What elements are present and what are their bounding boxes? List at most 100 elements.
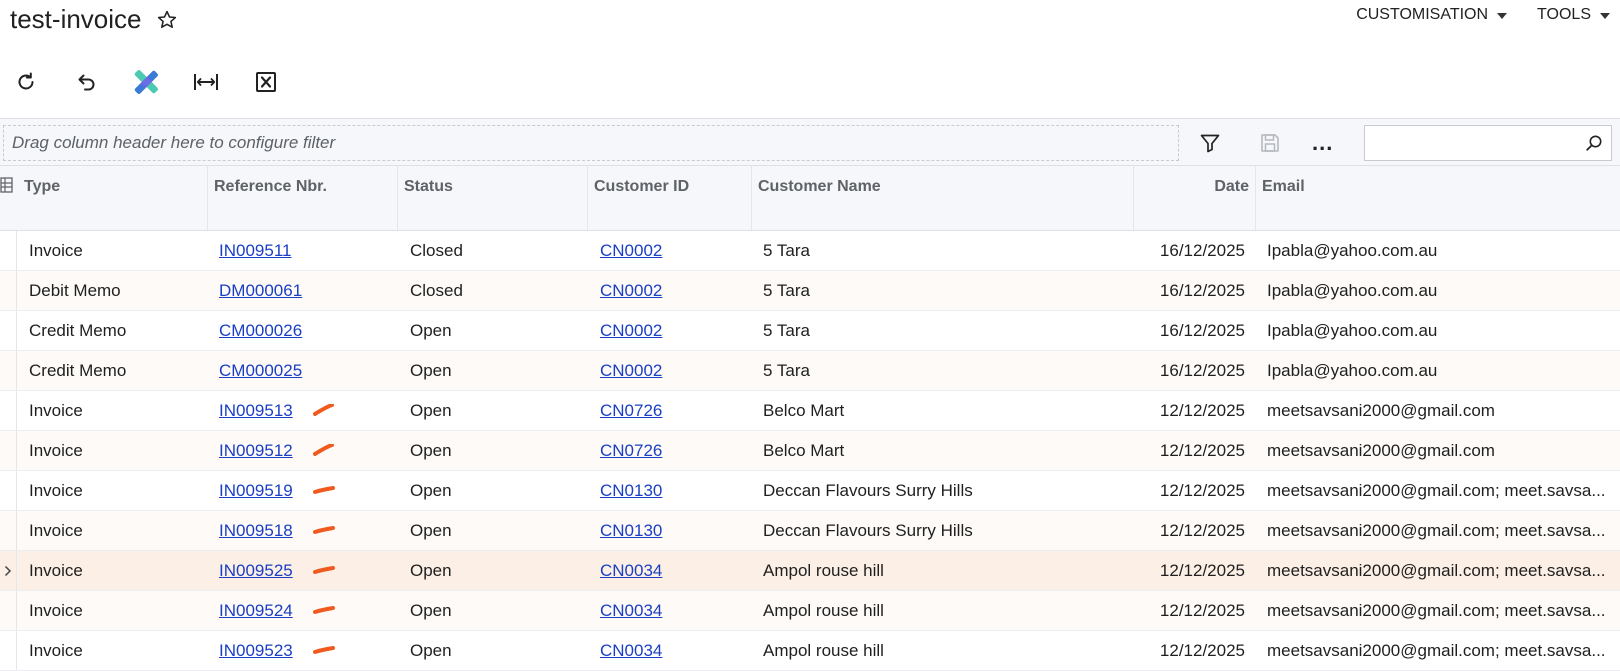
column-header-customer-name[interactable]: Customer Name (751, 166, 1133, 230)
tools-menu[interactable]: TOOLS (1537, 6, 1610, 24)
date-cell: 12/12/2025 (1159, 481, 1245, 500)
email-cell: meetsavsani2000@gmail.com (1267, 401, 1495, 420)
reference-nbr-link[interactable]: DM000061 (219, 271, 329, 310)
undo-icon (78, 74, 95, 91)
column-header-reference-nbr[interactable]: Reference Nbr. (207, 166, 397, 230)
export-excel-button[interactable] (252, 68, 280, 96)
save-icon (1261, 134, 1279, 152)
row-selector[interactable] (0, 631, 17, 670)
table-row[interactable]: Credit Memo CM000025 Open CN0002 5 Tara 16/12… (0, 351, 1620, 391)
refresh-icon (18, 72, 34, 90)
status-cell: Open (410, 361, 452, 380)
customer-name-cell: Deccan Flavours Surry Hills (763, 521, 973, 540)
table-row[interactable]: Credit Memo CM000026 Open CN0002 5 Tara 16/12… (0, 311, 1620, 351)
orange-annotation-mark (313, 606, 335, 614)
title-area: test-invoice (10, 4, 178, 35)
date-cell: 12/12/2025 (1159, 641, 1245, 660)
status-cell: Closed (410, 241, 463, 260)
row-selector[interactable] (0, 551, 17, 590)
filter-bar: Drag column header here to configure fil… (0, 118, 1620, 166)
customise-button[interactable] (132, 68, 160, 96)
date-cell: 16/12/2025 (1159, 361, 1245, 380)
customer-id-link[interactable]: CN0002 (600, 351, 740, 390)
chevron-down-icon (1497, 13, 1508, 19)
row-selector[interactable] (0, 591, 17, 630)
table-row[interactable]: Invoice IN009525 Open CN0034 Ampol rouse hil… (0, 551, 1620, 591)
save-filter-button[interactable] (1256, 129, 1284, 157)
row-selector[interactable] (0, 311, 17, 350)
type-cell: Invoice (29, 441, 83, 460)
orange-annotation-mark (313, 444, 334, 456)
column-header-type[interactable]: Type (18, 166, 207, 230)
customer-id-link[interactable]: CN0034 (600, 631, 740, 670)
search-input[interactable] (1365, 126, 1575, 160)
row-selector[interactable] (0, 271, 17, 310)
column-chooser-icon[interactable] (0, 176, 16, 196)
customer-id-link[interactable]: CN0002 (600, 231, 740, 270)
email-cell: meetsavsani2000@gmail.com; meet.savsa... (1267, 641, 1606, 660)
customer-name-cell: 5 Tara (763, 281, 810, 300)
table-row[interactable]: Invoice IN009512 Open CN0726 Belco Mart 12/12… (0, 431, 1620, 471)
excel-export-icon (256, 72, 276, 92)
customer-name-cell: Deccan Flavours Surry Hills (763, 481, 973, 500)
table-row[interactable]: Debit Memo DM000061 Closed CN0002 5 Tara 16/1… (0, 271, 1620, 311)
customer-id-link[interactable]: CN0002 (600, 271, 740, 310)
table-row[interactable]: Invoice IN009518 Open CN0130 Deccan Flavours… (0, 511, 1620, 551)
type-cell: Invoice (29, 241, 83, 260)
row-selector[interactable] (0, 391, 17, 430)
search-icon[interactable] (1585, 134, 1603, 152)
reference-nbr-link[interactable]: CM000025 (219, 351, 329, 390)
refresh-button[interactable] (12, 68, 40, 96)
customer-name-cell: Ampol rouse hill (763, 561, 884, 580)
customer-name-cell: Belco Mart (763, 401, 845, 420)
customer-name-cell: Belco Mart (763, 441, 845, 460)
more-options-button[interactable]: ... (1312, 132, 1333, 154)
customer-id-link[interactable]: CN0034 (600, 591, 740, 630)
email-cell: Ipabla@yahoo.com.au (1267, 321, 1438, 340)
row-selector[interactable] (0, 351, 17, 390)
reference-nbr-link[interactable]: CM000026 (219, 311, 329, 350)
table-row[interactable]: Invoice IN009513 Open CN0726 Belco Mart 12/12… (0, 391, 1620, 431)
column-header-customer-id[interactable]: Customer ID (587, 166, 751, 230)
date-cell: 12/12/2025 (1159, 441, 1245, 460)
status-cell: Closed (410, 281, 463, 300)
chevron-down-icon (1600, 13, 1610, 19)
orange-annotation-mark (313, 646, 335, 654)
orange-annotation-mark (313, 526, 335, 534)
table-row[interactable]: Invoice IN009523 Open CN0034 Ampol rouse hil… (0, 631, 1620, 671)
column-header-status[interactable]: Status (397, 166, 587, 230)
table-row[interactable]: Invoice IN009519 Open CN0130 Deccan Flavours… (0, 471, 1620, 511)
email-cell: meetsavsani2000@gmail.com; meet.savsa... (1267, 601, 1606, 620)
row-selector[interactable] (0, 231, 17, 270)
favorite-star-icon[interactable] (156, 9, 178, 31)
row-selector[interactable] (0, 431, 17, 470)
filter-button[interactable] (1196, 129, 1224, 157)
filter-drop-zone[interactable]: Drag column header here to configure fil… (3, 125, 1179, 161)
undo-button[interactable] (72, 68, 100, 96)
type-cell: Invoice (29, 521, 83, 540)
customer-id-link[interactable]: CN0726 (600, 431, 740, 470)
grid-header: Type Reference Nbr. Status Customer ID C… (0, 166, 1620, 231)
row-selector[interactable] (0, 471, 17, 510)
type-cell: Invoice (29, 641, 83, 660)
column-header-date[interactable]: Date (1133, 166, 1255, 230)
status-cell: Open (410, 481, 452, 500)
customer-id-link[interactable]: CN0130 (600, 471, 740, 510)
table-row[interactable]: Invoice IN009524 Open CN0034 Ampol rouse hil… (0, 591, 1620, 631)
chevron-right-icon (4, 565, 12, 576)
table-row[interactable]: Invoice IN009511 Closed CN0002 5 Tara 16/12/2… (0, 231, 1620, 271)
status-cell: Open (410, 521, 452, 540)
customer-id-link[interactable]: CN0726 (600, 391, 740, 430)
toolbar (12, 68, 312, 96)
fit-width-button[interactable] (192, 68, 220, 96)
row-selector[interactable] (0, 511, 17, 550)
reference-nbr-link[interactable]: IN009511 (219, 231, 329, 270)
customer-id-link[interactable]: CN0034 (600, 551, 740, 590)
column-header-email[interactable]: Email (1255, 166, 1620, 230)
status-cell: Open (410, 321, 452, 340)
customer-id-link[interactable]: CN0002 (600, 311, 740, 350)
tools-menu-label: TOOLS (1537, 6, 1591, 23)
orange-annotation-mark (313, 486, 335, 494)
customer-id-link[interactable]: CN0130 (600, 511, 740, 550)
customisation-menu[interactable]: CUSTOMISATION (1356, 6, 1508, 24)
